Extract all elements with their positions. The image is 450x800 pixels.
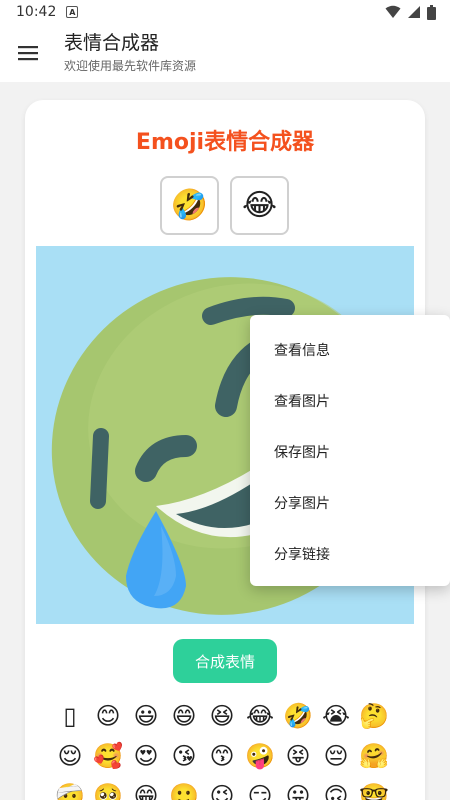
context-menu: 查看信息 查看图片 保存图片 分享图片 分享链接 — [250, 315, 450, 586]
status-bar: 10:42 A — [0, 0, 450, 24]
menu-item-view-info[interactable]: 查看信息 — [250, 324, 450, 375]
menu-item-view-image[interactable]: 查看图片 — [250, 375, 450, 426]
emoji-option[interactable]: 😍 — [127, 738, 165, 774]
emoji-option[interactable]: 🤕 — [51, 778, 89, 800]
menu-icon — [18, 46, 38, 61]
menu-button[interactable] — [0, 24, 56, 82]
status-icons — [385, 4, 436, 20]
emoji-option[interactable]: 😛 — [279, 778, 317, 800]
emoji-option[interactable]: 😌 — [51, 738, 89, 774]
app-bar: 表情合成器 欢迎使用最先软件库资源 — [0, 24, 450, 82]
emoji-option[interactable]: 😭 — [317, 698, 355, 734]
emoji-option[interactable]: 🙂 — [165, 778, 203, 800]
menu-item-share-link[interactable]: 分享链接 — [250, 528, 450, 579]
emoji-option[interactable]: 😔 — [317, 738, 355, 774]
emoji-option[interactable]: 🥰 — [89, 738, 127, 774]
emoji-option[interactable]: 🤓 — [355, 778, 393, 800]
status-time: 10:42 — [16, 4, 57, 20]
first-emoji-selector[interactable]: 🤣 — [160, 176, 219, 235]
menu-item-share-image[interactable]: 分享图片 — [250, 477, 450, 528]
emoji-option[interactable]: 😝 — [279, 738, 317, 774]
card-title: Emoji表情合成器 — [135, 130, 315, 155]
emoji-option[interactable]: 🤣 — [279, 698, 317, 734]
app-title: 表情合成器 — [64, 32, 160, 54]
wifi-icon — [385, 5, 401, 18]
android-a-icon: A — [66, 6, 79, 18]
emoji-option[interactable]: 😂 — [241, 698, 279, 734]
emoji-option[interactable]: 😃 — [127, 698, 165, 734]
emoji-option[interactable]: 🤗 — [355, 738, 393, 774]
emoji-option[interactable]: 😁 — [127, 778, 165, 800]
emoji-option[interactable]: 😏 — [241, 778, 279, 800]
emoji-option[interactable]: 🙃 — [317, 778, 355, 800]
emoji-option[interactable]: 🥺 — [89, 778, 127, 800]
emoji-option[interactable]: 😉 — [203, 778, 241, 800]
emoji-option[interactable]: 😄 — [165, 698, 203, 734]
second-emoji-selector[interactable]: 😂 — [230, 176, 289, 235]
emoji-option[interactable]: 😙 — [203, 738, 241, 774]
emoji-option[interactable]: 😆 — [203, 698, 241, 734]
signal-icon — [408, 6, 420, 18]
compose-button[interactable]: 合成表情 — [173, 639, 277, 683]
battery-icon — [427, 4, 436, 20]
emoji-picker-grid: ▯ 😊 😃 😄 😆 😂 🤣 😭 🤔 😌 🥰 😍 😘 😙 🤪 😝 😔 🤗 🤕 🥺 … — [51, 698, 397, 800]
emoji-option[interactable]: 😘 — [165, 738, 203, 774]
emoji-option[interactable]: 😊 — [89, 698, 127, 734]
app-subtitle: 欢迎使用最先软件库资源 — [64, 59, 197, 73]
emoji-option[interactable]: 🤔 — [355, 698, 393, 734]
emoji-option[interactable]: ▯ — [51, 698, 89, 734]
menu-item-save-image[interactable]: 保存图片 — [250, 426, 450, 477]
emoji-option[interactable]: 🤪 — [241, 738, 279, 774]
